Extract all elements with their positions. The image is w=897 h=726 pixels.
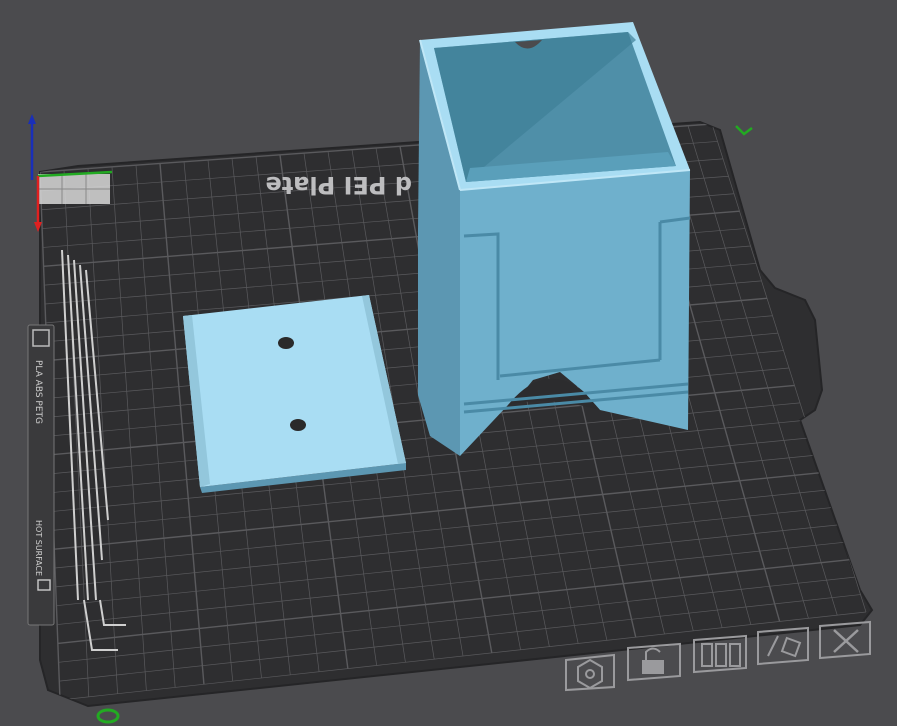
scene-canvas[interactable]: d PEI Plate PLA ABS PETG HOT SURFACE xyxy=(0,0,897,726)
plate-hole-bottom xyxy=(290,419,306,431)
close-icon xyxy=(833,629,859,653)
plate-label: d PEI Plate xyxy=(265,171,412,199)
layout-columns-icon xyxy=(701,643,741,667)
model-box[interactable] xyxy=(418,22,691,456)
side-label-panel: PLA ABS PETG HOT SURFACE xyxy=(27,324,55,626)
model-plate[interactable] xyxy=(183,295,406,493)
plate-hole-top xyxy=(278,337,294,349)
brush-icon xyxy=(767,635,802,658)
lock-icon xyxy=(642,647,664,674)
hexagon-nut-icon xyxy=(577,658,603,690)
arrange-button[interactable] xyxy=(565,653,615,692)
z-axis-arrow xyxy=(28,114,36,124)
side-label-hot-surface: HOT SURFACE xyxy=(34,520,43,576)
side-label-filaments: PLA ABS PETG xyxy=(33,360,43,424)
3d-viewport[interactable]: d PEI Plate PLA ABS PETG HOT SURFACE xyxy=(0,0,897,726)
